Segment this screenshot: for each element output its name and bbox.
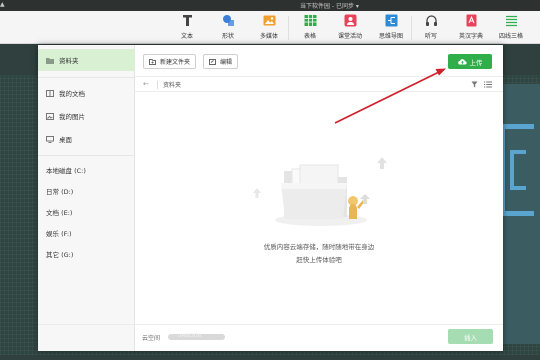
title-bar: ▲ 当下软件园 - 已同步 ▾ <box>0 0 540 11</box>
back-arrow-icon[interactable]: ← <box>143 80 149 88</box>
upload-label: 上传 <box>469 58 483 67</box>
path-bar: ← 资料夹 <box>135 76 503 92</box>
cloud-space-label: 云空间 <box>142 335 161 342</box>
ribbon-toolbar: 文本 形状 多媒体 表格 课堂活动 思维导图 听写 英汉字典 四线三格 <box>0 11 540 44</box>
edit-label: 编辑 <box>220 59 233 66</box>
document-icon <box>46 89 54 97</box>
desktop-icon <box>46 135 54 143</box>
sidebar-divider <box>38 77 135 78</box>
edit-icon <box>209 58 216 65</box>
document-title[interactable]: 当下软件园 - 已同步 ▾ <box>300 1 359 10</box>
mindmap-icon <box>385 14 397 27</box>
dictionary-icon <box>466 14 476 27</box>
sidebar-item-drive-g[interactable]: 其它 (G:) <box>38 243 135 265</box>
ribbon-four-line-button[interactable]: 四线三格 <box>494 14 528 40</box>
headphones-icon <box>425 15 437 26</box>
path-divider <box>157 81 158 89</box>
ribbon-label: 多媒体 <box>259 33 278 40</box>
new-folder-label: 新建文件夹 <box>160 59 191 66</box>
file-browser-pane: 新建文件夹 编辑 上传 ← 资料夹 优质内容云端存储，随时随地带在身边 赶快上传… <box>135 45 503 351</box>
sidebar-item-drive-d[interactable]: 日常 (D:) <box>38 180 135 202</box>
new-folder-icon <box>149 58 156 65</box>
ribbon-multimedia-button[interactable]: 多媒体 <box>252 14 286 40</box>
sidebar-item-label: 我的文档 <box>59 90 85 98</box>
ribbon-divider <box>288 16 289 40</box>
sidebar-item-label: 资料夹 <box>59 57 79 65</box>
sidebar-item-label: 文档 (E:) <box>46 209 73 217</box>
table-icon <box>304 15 316 26</box>
ribbon-label: 表格 <box>303 33 316 40</box>
ribbon-dictation-button[interactable]: 听写 <box>414 14 448 40</box>
sidebar-divider <box>38 155 135 156</box>
cloud-file-dialog: 资料夹 我的文档 我的图片 桌面 本地磁盘 (C:) 日常 (D:) 文档 (E… <box>38 45 503 351</box>
ribbon-label: 思维导图 <box>378 33 403 40</box>
ribbon-text-button[interactable]: 文本 <box>170 14 204 40</box>
ribbon-label: 听写 <box>424 33 437 40</box>
picture-icon <box>46 112 54 120</box>
ribbon-mindmap-button[interactable]: 思维导图 <box>374 14 408 40</box>
sidebar-item-drive-c[interactable]: 本地磁盘 (C:) <box>38 159 135 181</box>
folder-icon <box>46 57 54 64</box>
sidebar-item-label: 本地磁盘 (C:) <box>46 167 86 175</box>
classroom-icon <box>344 14 356 27</box>
shape-icon <box>222 15 234 26</box>
image-icon <box>263 15 275 26</box>
slide-glyph-decoration <box>510 150 526 190</box>
empty-state-message: 优质内容云端存储，随时随地带在身边 <box>263 243 375 251</box>
sidebar: 资料夹 我的文档 我的图片 桌面 本地磁盘 (C:) 日常 (D:) 文档 (E… <box>38 45 135 351</box>
breadcrumb[interactable]: 资料夹 <box>163 80 181 89</box>
four-line-icon <box>505 15 517 27</box>
ribbon-classroom-button[interactable]: 课堂活动 <box>333 14 367 40</box>
sidebar-item-label: 桌面 <box>59 136 72 144</box>
insert-button[interactable]: 插入 <box>448 329 493 344</box>
sidebar-item-label: 日常 (D:) <box>46 188 74 196</box>
sidebar-item-my-documents[interactable]: 我的文档 <box>38 82 135 104</box>
sidebar-item-my-pictures[interactable]: 我的图片 <box>38 105 135 127</box>
empty-folder-illustration <box>253 157 387 226</box>
sidebar-item-materials[interactable]: 资料夹 <box>38 49 135 71</box>
sidebar-item-label: 我的图片 <box>59 113 85 121</box>
collapse-caret-icon[interactable]: ▲ <box>0 1 5 8</box>
ribbon-label: 英汉字典 <box>458 33 483 40</box>
cloud-space-usage-text: 0MB/2GB <box>178 333 202 339</box>
sidebar-item-label: 其它 (G:) <box>46 251 74 259</box>
ribbon-label: 课堂活动 <box>337 33 362 40</box>
filter-icon[interactable] <box>471 81 478 88</box>
ribbon-label: 形状 <box>221 33 234 40</box>
sidebar-item-desktop[interactable]: 桌面 <box>38 128 135 150</box>
sidebar-item-label: 娱乐 (F:) <box>46 230 72 238</box>
ribbon-table-button[interactable]: 表格 <box>293 14 327 40</box>
ribbon-shape-button[interactable]: 形状 <box>211 14 245 40</box>
list-view-icon[interactable] <box>484 81 492 88</box>
sidebar-item-drive-e[interactable]: 文档 (E:) <box>38 201 135 223</box>
sidebar-item-drive-f[interactable]: 娱乐 (F:) <box>38 222 135 244</box>
ribbon-label: 文本 <box>180 33 193 40</box>
edit-button[interactable]: 编辑 <box>203 54 239 69</box>
text-T-icon <box>182 15 192 26</box>
new-folder-button[interactable]: 新建文件夹 <box>143 54 197 69</box>
ribbon-dictionary-button[interactable]: 英汉字典 <box>454 14 488 40</box>
upload-button[interactable]: 上传 <box>448 54 492 69</box>
dialog-footer: 云空间 0MB/2GB 插入 <box>38 324 503 351</box>
ribbon-label: 四线三格 <box>498 33 523 40</box>
cloud-upload-icon <box>457 59 467 65</box>
empty-state-call-to-action: 赶快上传体验吧 <box>296 256 342 264</box>
ribbon-divider <box>411 16 412 40</box>
insert-label: 插入 <box>464 333 477 342</box>
